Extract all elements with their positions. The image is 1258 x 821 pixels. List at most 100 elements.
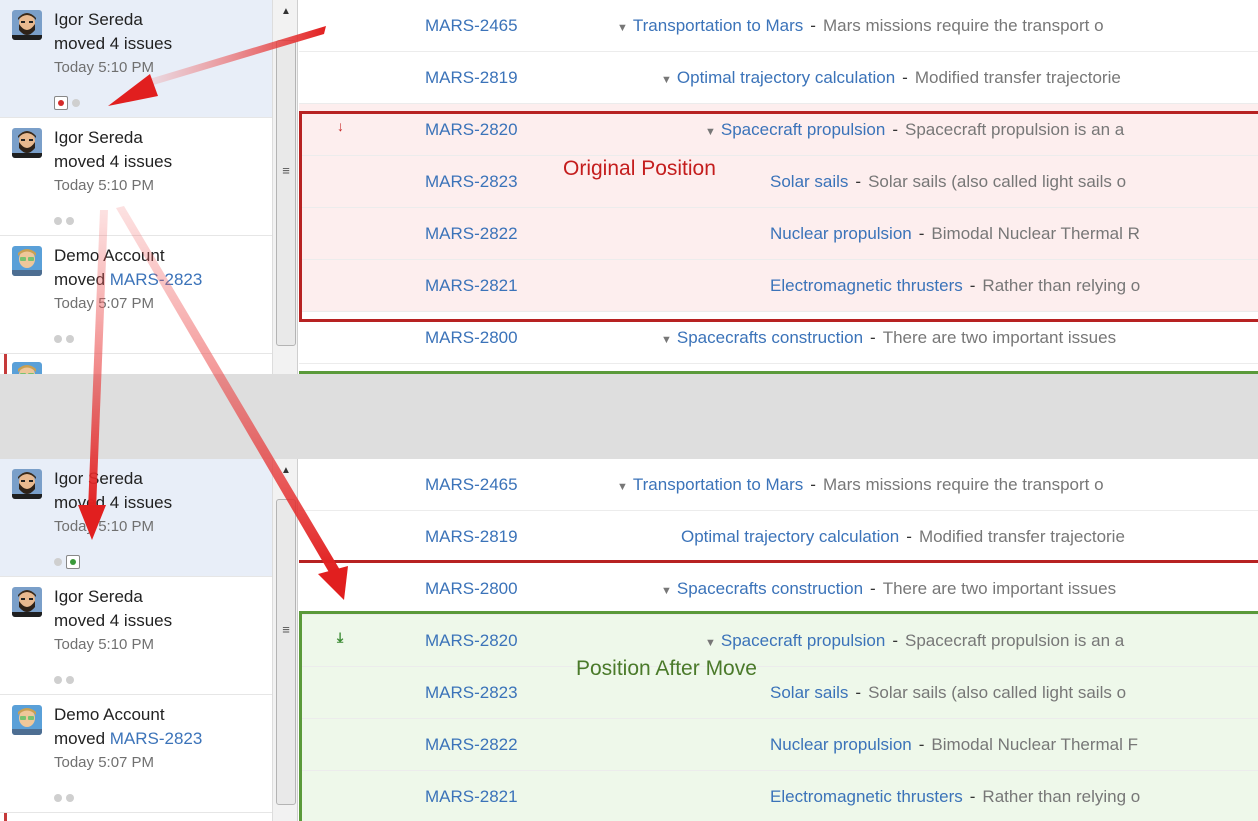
issue-row[interactable]: MARS-2800 ▼ Spacecrafts construction - There…: [299, 563, 1258, 615]
activity-issue-link[interactable]: MARS-2823: [110, 270, 203, 289]
issue-title[interactable]: Transportation to Mars: [633, 16, 803, 35]
activity-action: moved: [54, 729, 110, 748]
title-separator: -: [855, 683, 862, 702]
activity-issue-link[interactable]: MARS-2823: [110, 729, 203, 748]
issue-key[interactable]: MARS-2822: [425, 224, 518, 244]
activity-dot[interactable]: [54, 675, 62, 684]
issue-row[interactable]: MARS-2819 Optimal trajectory calculation -…: [299, 511, 1258, 563]
activity-entry[interactable]: Igor Sereda moved 4 issues Today 5:10 PM: [0, 459, 272, 577]
scrollbar-thumb[interactable]: ≡: [276, 40, 296, 346]
issue-key[interactable]: MARS-2800: [425, 579, 518, 599]
issue-title[interactable]: Optimal trajectory calculation: [677, 68, 895, 87]
issue-key[interactable]: MARS-2823: [425, 683, 518, 703]
activity-dot[interactable]: [66, 216, 74, 225]
activity-page-dots: [54, 669, 78, 685]
issue-key[interactable]: MARS-2821: [425, 276, 518, 296]
activity-time: Today 5:10 PM: [54, 636, 155, 653]
issue-key[interactable]: MARS-2800: [425, 328, 518, 348]
activity-entry[interactable]: Igor Sereda moved 4 issues Today 5:10 PM: [0, 118, 272, 236]
issue-row[interactable]: MARS-2821 Electromagnetic thrusters - Rathe…: [299, 771, 1258, 821]
title-separator: -: [918, 735, 925, 754]
panel-separator: [0, 374, 1258, 459]
issue-row[interactable]: MARS-2822 Nuclear propulsion - Bimodal Nucl…: [299, 208, 1258, 260]
expand-caret-icon[interactable]: ▼: [617, 481, 628, 493]
scroll-up-arrow-icon[interactable]: ▲: [281, 6, 291, 18]
scrollbar-thumb[interactable]: ≡: [276, 499, 296, 805]
issue-title[interactable]: Solar sails: [770, 172, 848, 191]
expand-caret-icon[interactable]: ▼: [617, 22, 628, 34]
activity-dot[interactable]: [54, 793, 62, 802]
expand-caret-icon[interactable]: ▼: [661, 585, 672, 597]
activity-entry-partial[interactable]: [0, 813, 272, 821]
issue-description: Rather than relying o: [982, 276, 1141, 295]
issue-title[interactable]: Nuclear propulsion: [770, 224, 912, 243]
issue-title[interactable]: Electromagnetic thrusters: [770, 787, 963, 806]
expand-caret-icon[interactable]: ▼: [661, 74, 672, 86]
issue-row[interactable]: MARS-2821 Electromagnetic thrusters - Rathe…: [299, 260, 1258, 312]
issue-key[interactable]: MARS-2465: [425, 475, 518, 495]
activity-dot[interactable]: [66, 334, 74, 343]
activity-entry[interactable]: Igor Sereda moved 4 issues Today 5:10 PM: [0, 577, 272, 695]
issue-title[interactable]: Solar sails: [770, 683, 848, 702]
bearded-man-avatar: [12, 469, 42, 499]
row-fade: [1218, 52, 1258, 103]
issue-title[interactable]: Spacecrafts construction: [677, 328, 863, 347]
expand-caret-icon[interactable]: ▼: [705, 126, 716, 138]
title-separator: -: [855, 172, 862, 191]
issue-row[interactable]: ⤓ MARS-2820 ▼ Spacecraft propulsion - Spacecr…: [299, 615, 1258, 667]
activity-dot[interactable]: [54, 334, 62, 343]
issue-row[interactable]: MARS-2800 ▼ Spacecrafts construction - There…: [299, 312, 1258, 364]
activity-user: Igor Sereda: [54, 10, 143, 29]
issue-title[interactable]: Nuclear propulsion: [770, 735, 912, 754]
issue-title[interactable]: Electromagnetic thrusters: [770, 276, 963, 295]
issue-description: Spacecraft propulsion is an a: [905, 631, 1125, 650]
issue-key[interactable]: MARS-2819: [425, 527, 518, 547]
row-fade: [1218, 459, 1258, 510]
issue-row[interactable]: ↓ MARS-2820 ▼ Spacecraft propulsion - Spacecr…: [299, 104, 1258, 156]
activity-entry[interactable]: Demo Account moved MARS-2823 Today 5:07 …: [0, 236, 272, 354]
activity-dot[interactable]: [72, 98, 80, 107]
issue-title[interactable]: Optimal trajectory calculation: [681, 527, 899, 546]
scroll-up-arrow-icon[interactable]: ▲: [281, 465, 291, 477]
activity-dot[interactable]: [66, 675, 74, 684]
issue-key[interactable]: MARS-2820: [425, 120, 518, 140]
issue-title[interactable]: Transportation to Mars: [633, 475, 803, 494]
activity-user: Demo Account: [54, 246, 165, 265]
issue-row[interactable]: MARS-2465 ▼ Transportation to Mars - Mars mi…: [299, 459, 1258, 511]
activity-dot[interactable]: [54, 557, 62, 566]
bearded-man-avatar: [12, 10, 42, 40]
activity-action: moved 4 issues: [54, 34, 173, 53]
row-fade: [1218, 208, 1258, 259]
issue-row[interactable]: MARS-2819 ▼ Optimal trajectory calculation…: [299, 52, 1258, 104]
activity-dot[interactable]: [66, 793, 74, 802]
issue-key[interactable]: MARS-2820: [425, 631, 518, 651]
sidebar-scrollbar[interactable]: ▲ ≡: [272, 0, 297, 374]
issue-key[interactable]: MARS-2822: [425, 735, 518, 755]
activity-dot[interactable]: [54, 216, 62, 225]
sidebar-scrollbar[interactable]: ▲ ≡: [272, 459, 297, 821]
activity-page-dots: [54, 787, 78, 803]
activity-entry-partial[interactable]: [0, 354, 272, 374]
issue-title[interactable]: Spacecraft propulsion: [721, 631, 885, 650]
activity-dot-selected[interactable]: [66, 554, 80, 569]
issue-key[interactable]: MARS-2823: [425, 172, 518, 192]
activity-dot-selected[interactable]: [54, 95, 68, 110]
title-separator: -: [906, 527, 912, 546]
issue-rows: MARS-2465 ▼ Transportation to Mars - Mars mi…: [299, 459, 1258, 821]
expand-caret-icon[interactable]: ▼: [661, 334, 672, 346]
issue-key[interactable]: MARS-2819: [425, 68, 518, 88]
original-position-marker-icon: ↓: [337, 118, 344, 134]
issue-row[interactable]: MARS-2465 ▼ Transportation to Mars - Mars mi…: [299, 0, 1258, 52]
issue-title[interactable]: Spacecrafts construction: [677, 579, 863, 598]
issue-row[interactable]: MARS-2823 Solar sails - Solar sails (also c…: [299, 667, 1258, 719]
activity-entry[interactable]: Igor Sereda moved 4 issues Today 5:10 PM: [0, 0, 272, 118]
issue-row[interactable]: MARS-2822 Nuclear propulsion - Bimodal Nucl…: [299, 719, 1258, 771]
issue-row[interactable]: MARS-2823 Solar sails - Solar sails (also c…: [299, 156, 1258, 208]
issue-description: Solar sails (also called light sails o: [868, 172, 1127, 191]
issue-title[interactable]: Spacecraft propulsion: [721, 120, 885, 139]
expand-caret-icon[interactable]: ▼: [705, 637, 716, 649]
issue-key[interactable]: MARS-2465: [425, 16, 518, 36]
activity-entry[interactable]: Demo Account moved MARS-2823 Today 5:07 …: [0, 695, 272, 813]
issue-key[interactable]: MARS-2821: [425, 787, 518, 807]
activity-page-dots: [54, 210, 78, 226]
